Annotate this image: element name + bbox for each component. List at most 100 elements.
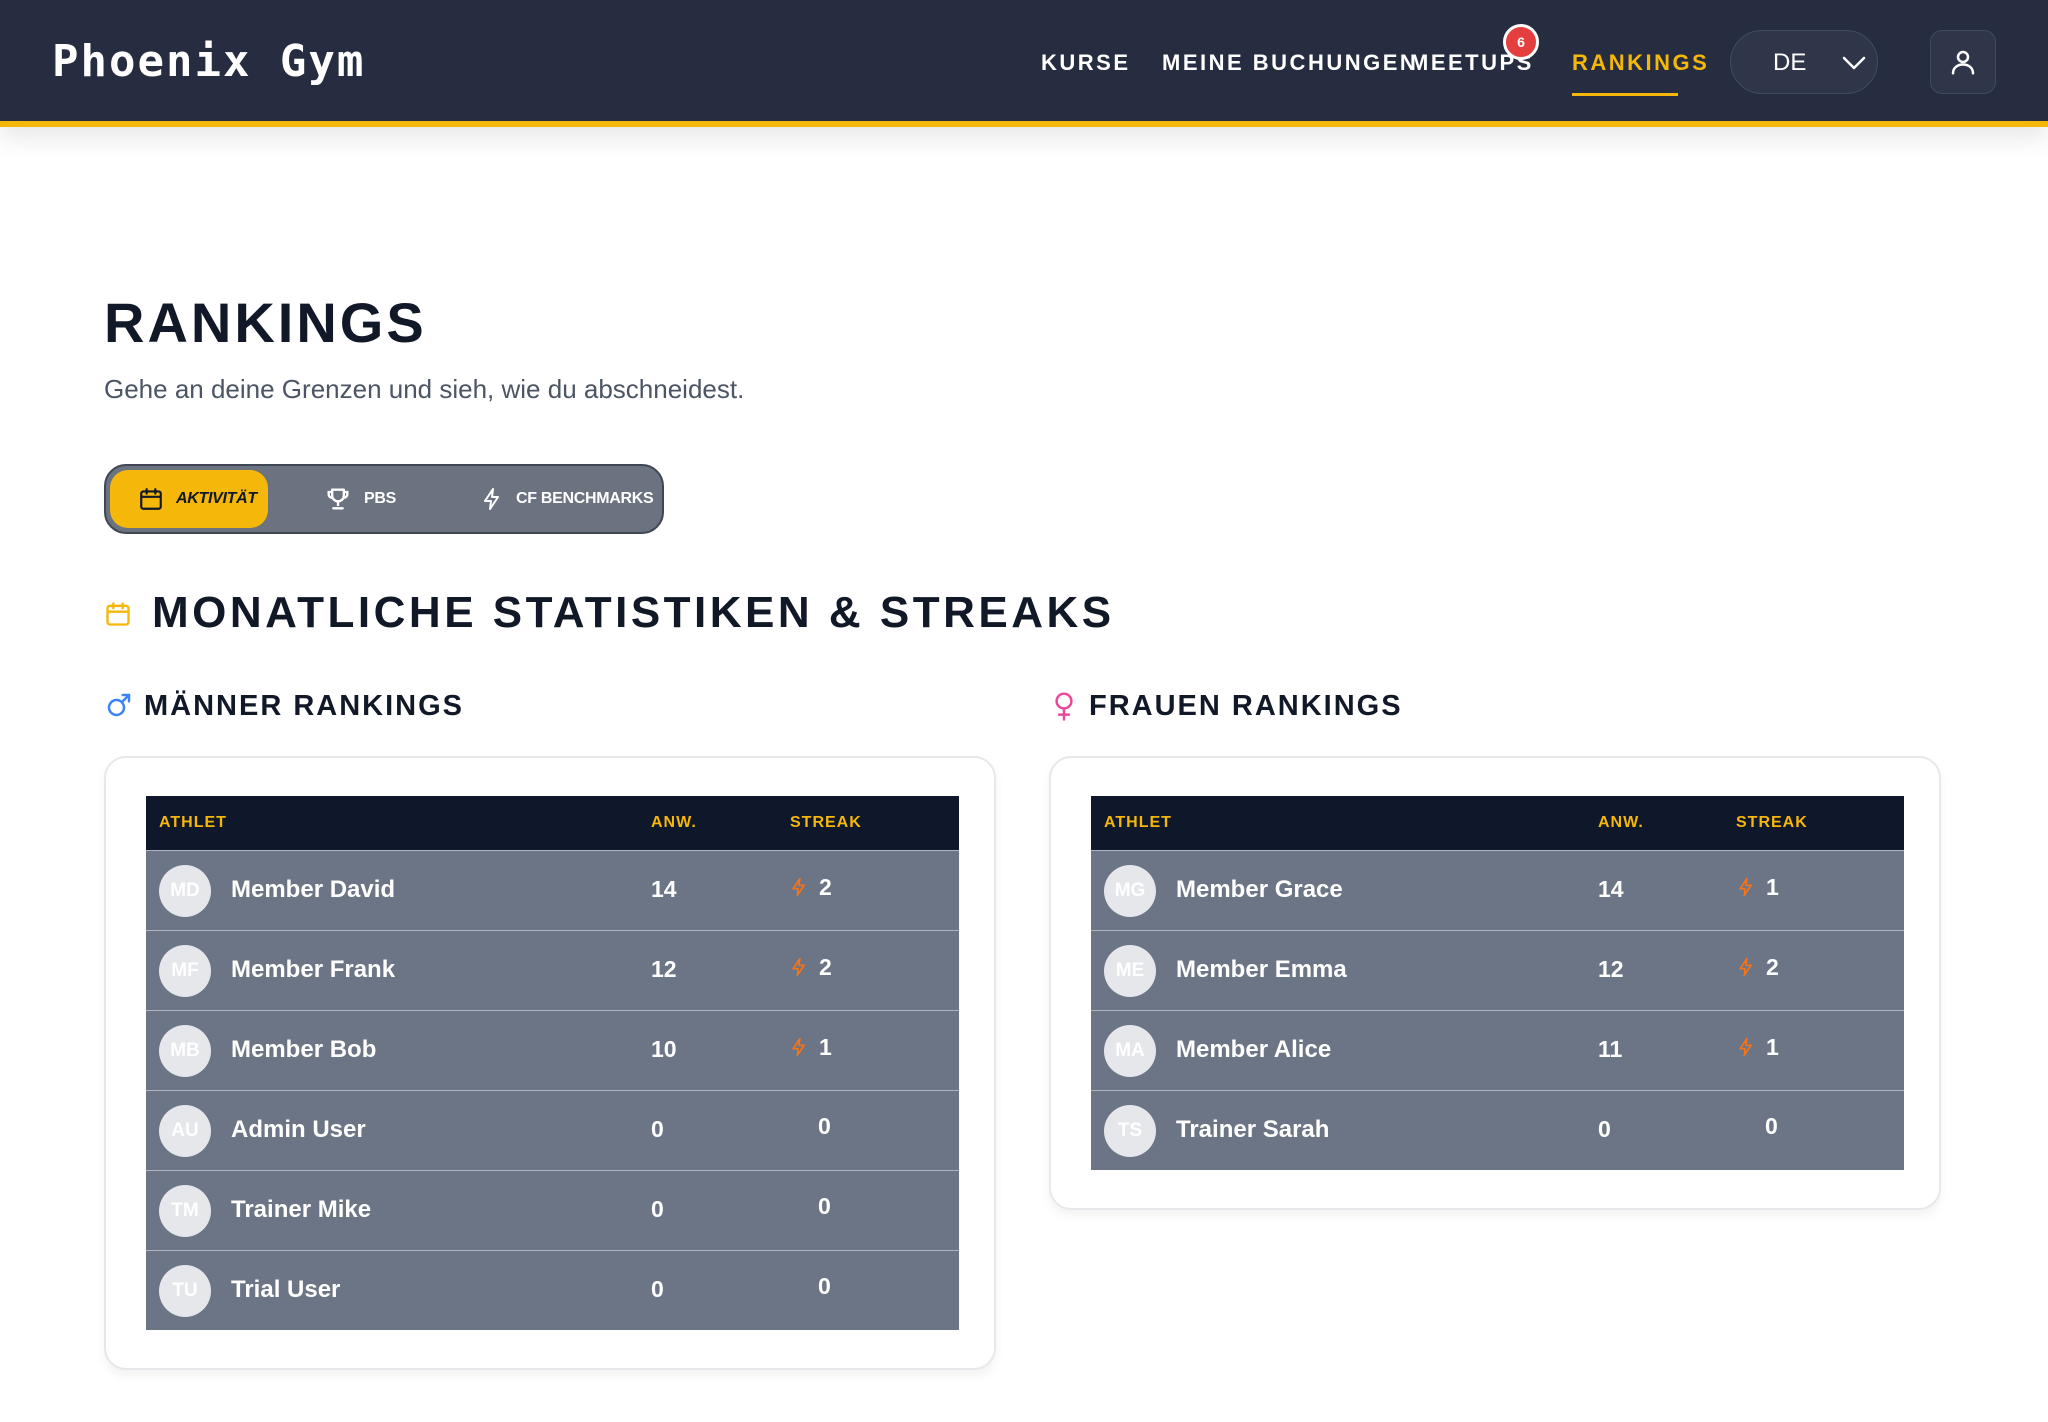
lightning-icon: [792, 957, 805, 977]
table-row[interactable]: MB Member Bob 10 1: [146, 1010, 959, 1090]
streak-value: 2: [1736, 953, 1779, 981]
lightning-icon: [1739, 1037, 1752, 1057]
tab-pbs[interactable]: PBS: [324, 470, 424, 528]
streak-count: 2: [819, 873, 832, 900]
athlete-name: Member Grace: [1176, 876, 1343, 903]
athlete-name: Trial User: [231, 1276, 341, 1303]
tab-cf-benchmarks[interactable]: CF BENCHMARKS: [480, 470, 660, 528]
user-profile-button[interactable]: [1930, 30, 1996, 94]
women-rankings-card: ATHLET ANW. STREAK MG Member Grace 14 1 ME Me…: [1049, 756, 1941, 1210]
top-navbar: Phoenix Gym KURSE MEINE BUCHUNGEN MEETUP…: [0, 0, 2048, 127]
attendance-count: 12: [651, 956, 677, 982]
avatar: TS: [1104, 1105, 1156, 1157]
men-rankings-card: ATHLET ANW. STREAK MD Member David 14 2 MF Me…: [104, 756, 996, 1370]
tab-pbs-label: PBS: [364, 490, 396, 507]
attendance-count: 0: [651, 1276, 664, 1302]
streak-value: 2: [789, 953, 832, 981]
streak-value: 0: [818, 1193, 831, 1220]
lightning-icon: [1739, 957, 1752, 977]
men-rankings-table: ATHLET ANW. STREAK MD Member David 14 2 MF Me…: [146, 796, 959, 1330]
tab-cf-benchmarks-label: CF BENCHMARKS: [516, 490, 654, 507]
page-title: RANKINGS: [104, 291, 427, 354]
table-row[interactable]: MG Member Grace 14 1: [1091, 850, 1904, 930]
meetups-notification-badge: 6: [1503, 24, 1539, 60]
nav-kurse[interactable]: KURSE: [1041, 50, 1131, 76]
table-row[interactable]: MF Member Frank 12 2: [146, 930, 959, 1010]
nav-rankings[interactable]: RANKINGS: [1572, 50, 1709, 76]
streak-value: 0: [818, 1273, 831, 1300]
streak-count: 2: [819, 953, 832, 980]
trophy-icon: [327, 488, 349, 510]
athlete-name: Member Bob: [231, 1036, 377, 1063]
athlete-name: Trainer Mike: [231, 1196, 372, 1223]
streak-value: 1: [1736, 873, 1779, 901]
column-anwesenheit: ANW.: [1598, 814, 1644, 831]
nav-meine-buchungen[interactable]: MEINE BUCHUNGEN: [1162, 50, 1418, 76]
lightning-icon: [792, 1037, 805, 1057]
language-value: DE: [1773, 49, 1807, 76]
athlete-name: Member Frank: [231, 956, 396, 983]
streak-count: 1: [1766, 1033, 1779, 1060]
women-rankings-title: FRAUEN RANKINGS: [1089, 690, 1403, 722]
male-icon: [107, 693, 131, 717]
table-row[interactable]: TU Trial User 0 0: [146, 1250, 959, 1330]
streak-count: 1: [1766, 873, 1779, 900]
avatar: MD: [159, 865, 211, 917]
streak-count: 0: [818, 1113, 831, 1139]
avatar: MG: [1104, 865, 1156, 917]
attendance-count: 0: [651, 1196, 664, 1222]
avatar: MB: [159, 1025, 211, 1077]
streak-count: 0: [1765, 1113, 1778, 1139]
section-title: MONATLICHE STATISTIKEN & STREAKS: [152, 588, 1115, 637]
column-anwesenheit: ANW.: [651, 814, 697, 831]
lightning-icon: [1739, 877, 1752, 897]
streak-count: 2: [1766, 953, 1779, 980]
avatar: MF: [159, 945, 211, 997]
table-row[interactable]: ME Member Emma 12 2: [1091, 930, 1904, 1010]
lightning-icon: [484, 488, 499, 510]
athlete-name: Trainer Sarah: [1176, 1116, 1330, 1143]
gym-logo[interactable]: Phoenix Gym: [52, 36, 365, 87]
chevron-down-icon: [1842, 56, 1866, 70]
attendance-count: 14: [651, 876, 677, 902]
ranking-tabs: AKTIVITÄT PBS CF BENCHMARKS: [104, 464, 664, 534]
attendance-count: 11: [1598, 1036, 1623, 1062]
lightning-icon: [792, 877, 805, 897]
table-row[interactable]: AU Admin User 0 0: [146, 1090, 959, 1170]
table-row[interactable]: MA Member Alice 11 1: [1091, 1010, 1904, 1090]
attendance-count: 0: [651, 1116, 664, 1142]
avatar: MA: [1104, 1025, 1156, 1077]
active-nav-underline: [1572, 93, 1678, 96]
men-rankings-title: MÄNNER RANKINGS: [144, 690, 464, 722]
tab-aktivitaet[interactable]: AKTIVITÄT: [110, 470, 268, 528]
streak-value: 1: [1736, 1033, 1779, 1061]
women-rankings-table: ATHLET ANW. STREAK MG Member Grace 14 1 ME Me…: [1091, 796, 1904, 1170]
attendance-count: 0: [1598, 1116, 1611, 1142]
streak-value: 0: [818, 1113, 831, 1140]
streak-count: 0: [818, 1193, 831, 1219]
language-select[interactable]: DE: [1730, 30, 1878, 94]
streak-count: 1: [819, 1033, 832, 1060]
tab-aktivitaet-label: AKTIVITÄT: [176, 490, 257, 507]
streak-value: 0: [1765, 1113, 1778, 1140]
table-row[interactable]: TM Trainer Mike 0 0: [146, 1170, 959, 1250]
page-subtitle: Gehe an deine Grenzen und sieh, wie du a…: [104, 374, 745, 404]
streak-count: 0: [818, 1273, 831, 1299]
streak-value: 1: [789, 1033, 832, 1061]
user-icon: [1951, 50, 1975, 75]
athlete-name: Member Alice: [1176, 1036, 1332, 1063]
avatar: TU: [159, 1265, 211, 1317]
table-row[interactable]: MD Member David 14 2: [146, 850, 959, 930]
attendance-count: 14: [1598, 876, 1624, 902]
avatar: ME: [1104, 945, 1156, 997]
table-row[interactable]: TS Trainer Sarah 0 0: [1091, 1090, 1904, 1170]
female-icon: [1055, 692, 1073, 721]
avatar: TM: [159, 1185, 211, 1237]
column-streak: STREAK: [790, 814, 862, 831]
athlete-name: Member David: [231, 876, 396, 903]
column-streak: STREAK: [1736, 814, 1808, 831]
calendar-icon: [140, 488, 162, 510]
table-header: ATHLET ANW. STREAK: [146, 796, 959, 850]
streak-value: 2: [789, 873, 832, 901]
table-header: ATHLET ANW. STREAK: [1091, 796, 1904, 850]
